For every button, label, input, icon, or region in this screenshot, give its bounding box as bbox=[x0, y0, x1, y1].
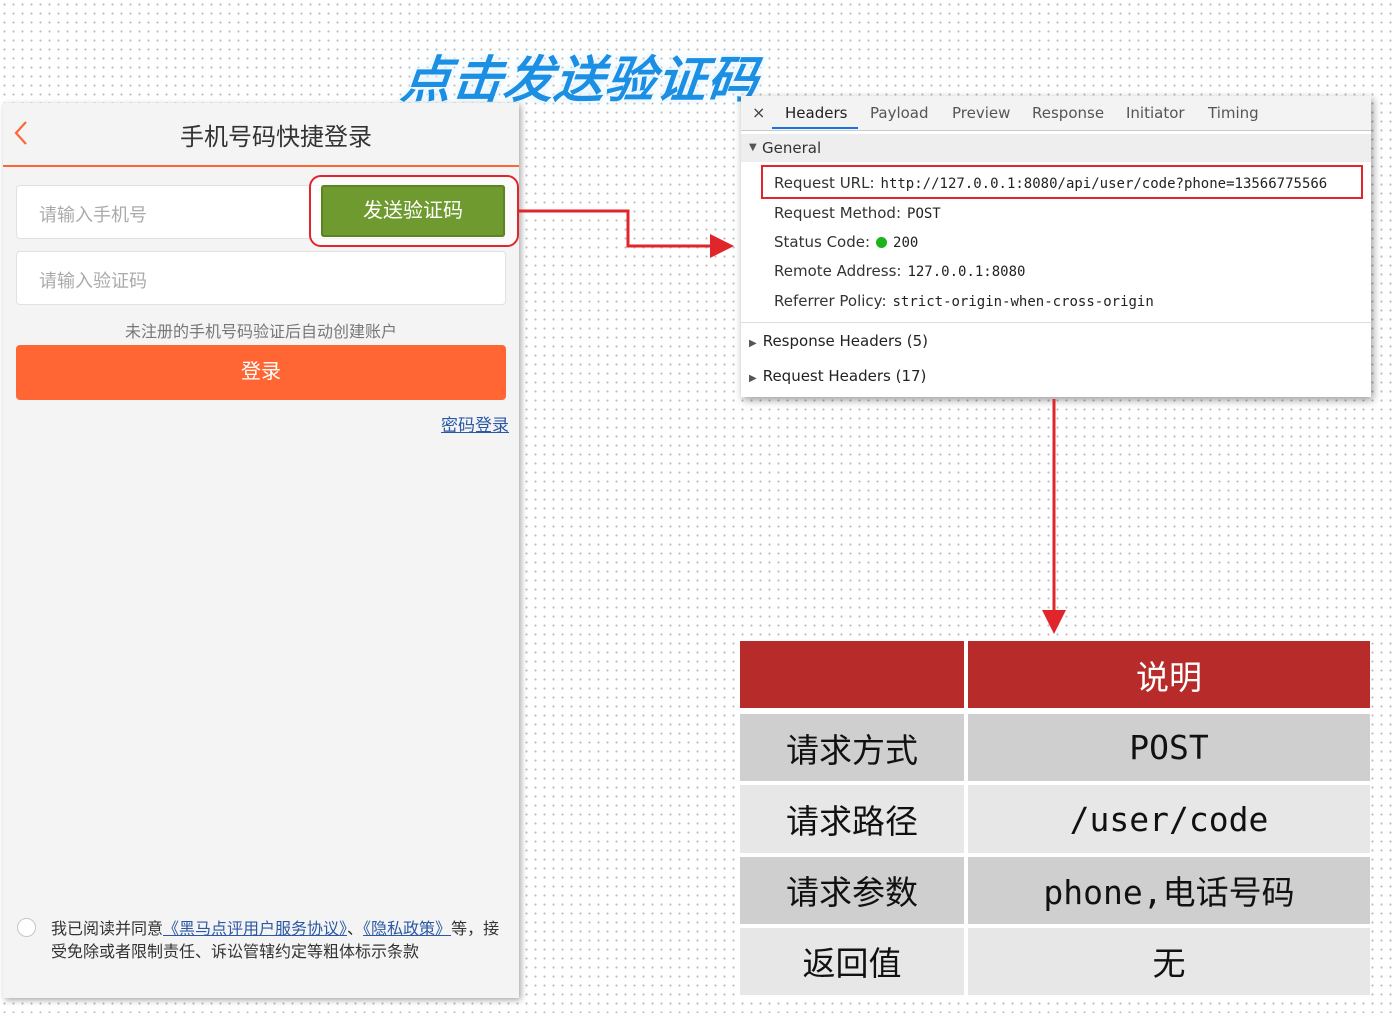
referrer-policy-value: strict-origin-when-cross-origin bbox=[892, 294, 1154, 310]
request-headers-label: Request Headers (17) bbox=[762, 367, 927, 385]
table-cell: 返回值 bbox=[740, 927, 969, 999]
table-cell: POST bbox=[968, 714, 1370, 786]
status-code-key: Status Code: bbox=[774, 233, 871, 251]
agree-radio[interactable] bbox=[17, 918, 36, 937]
table-cell: 请求路径 bbox=[740, 785, 969, 857]
code-input[interactable]: 请输入验证码 bbox=[16, 251, 506, 305]
tab-timing[interactable]: Timing bbox=[1208, 104, 1259, 122]
referrer-policy-key: Referrer Policy: bbox=[774, 292, 887, 310]
arrow-to-devtools bbox=[519, 209, 734, 258]
general-label: General bbox=[762, 139, 822, 157]
tab-preview[interactable]: Preview bbox=[952, 104, 1010, 122]
general-section-header[interactable]: ▼ General bbox=[741, 134, 1371, 162]
devtools-panel: × Headers Payload Preview Response Initi… bbox=[741, 96, 1371, 397]
response-headers-section[interactable]: ▶ Response Headers (5) bbox=[749, 332, 928, 350]
code-input-placeholder: 请输入验证码 bbox=[39, 271, 147, 291]
remote-address-row: Remote Address: 127.0.0.1:8080 bbox=[774, 262, 1025, 280]
page-title: 手机号码快捷登录 bbox=[180, 123, 372, 151]
request-url-key: Request URL: bbox=[774, 174, 875, 192]
table-header-cell bbox=[740, 641, 969, 715]
service-agreement-link[interactable]: 《黑马点评用户服务协议》 bbox=[163, 921, 347, 938]
table-row: 请求方式 POST bbox=[740, 714, 1370, 786]
table-cell: /user/code bbox=[968, 785, 1370, 857]
headline: 点击发送验证码 bbox=[398, 51, 762, 109]
agreement-text: 我已阅读并同意《黑马点评用户服务协议》、《隐私政策》等，接受免除或者限制责任、诉… bbox=[51, 918, 509, 964]
tab-response[interactable]: Response bbox=[1032, 104, 1104, 122]
table-header-row: 说明 bbox=[740, 641, 1370, 715]
close-icon[interactable]: × bbox=[752, 103, 765, 122]
active-tab-indicator bbox=[772, 127, 858, 129]
referrer-policy-row: Referrer Policy: strict-origin-when-cross… bbox=[774, 292, 1154, 310]
table-row: 请求参数 phone,电话号码 bbox=[740, 856, 1370, 928]
collapsed-triangle-icon: ▶ bbox=[749, 338, 757, 349]
password-login-link[interactable]: 密码登录 bbox=[441, 411, 509, 436]
request-method-key: Request Method: bbox=[774, 204, 902, 222]
divider bbox=[741, 322, 1371, 323]
agree-separator: 、 bbox=[347, 921, 364, 938]
privacy-policy-link[interactable]: 《隐私政策》 bbox=[363, 921, 451, 938]
table-cell: phone,电话号码 bbox=[968, 856, 1370, 928]
status-dot-icon bbox=[876, 237, 888, 248]
remote-address-key: Remote Address: bbox=[774, 262, 902, 280]
devtools-tabs: × Headers Payload Preview Response Initi… bbox=[741, 96, 1371, 131]
status-code-row: Status Code: 200 bbox=[774, 233, 918, 251]
response-headers-label: Response Headers (5) bbox=[762, 332, 928, 350]
status-code-value: 200 bbox=[893, 235, 919, 251]
table-cell: 无 bbox=[968, 927, 1370, 999]
phone-login-panel: 手机号码快捷登录 请输入手机号 发送验证码 请输入验证码 未注册的手机号码验证后… bbox=[3, 103, 519, 998]
request-url-value: http://127.0.0.1:8080/api/user/code?phon… bbox=[880, 176, 1328, 192]
register-hint: 未注册的手机号码验证后自动创建账户 bbox=[124, 324, 397, 341]
tab-initiator[interactable]: Initiator bbox=[1126, 104, 1185, 122]
table-header-cell: 说明 bbox=[968, 641, 1370, 715]
tab-payload[interactable]: Payload bbox=[870, 104, 929, 122]
request-method-row: Request Method: POST bbox=[774, 204, 941, 222]
api-info-table: 说明 请求方式 POST 请求路径 /user/code 请求参数 phone,… bbox=[740, 641, 1370, 999]
table-row: 请求路径 /user/code bbox=[740, 785, 1370, 857]
collapsed-triangle-icon: ▶ bbox=[749, 373, 757, 384]
agree-prefix: 我已阅读并同意 bbox=[51, 921, 164, 938]
phone-header: 手机号码快捷登录 bbox=[3, 103, 519, 167]
tab-headers[interactable]: Headers bbox=[785, 104, 847, 122]
request-method-value: POST bbox=[907, 206, 941, 222]
table-cell: 请求方式 bbox=[740, 714, 969, 786]
table-row: 返回值 无 bbox=[740, 927, 1370, 999]
request-url-row: Request URL: http://127.0.0.1:8080/api/us… bbox=[774, 174, 1327, 192]
request-headers-section[interactable]: ▶ Request Headers (17) bbox=[749, 367, 926, 385]
login-button[interactable]: 登录 bbox=[16, 345, 506, 400]
expand-triangle-icon: ▼ bbox=[749, 142, 757, 153]
phone-input-placeholder: 请输入手机号 bbox=[39, 205, 147, 225]
remote-address-value: 127.0.0.1:8080 bbox=[907, 264, 1026, 280]
send-code-button[interactable]: 发送验证码 bbox=[321, 185, 505, 237]
table-cell: 请求参数 bbox=[740, 856, 969, 928]
send-code-highlight: 发送验证码 bbox=[309, 175, 519, 247]
